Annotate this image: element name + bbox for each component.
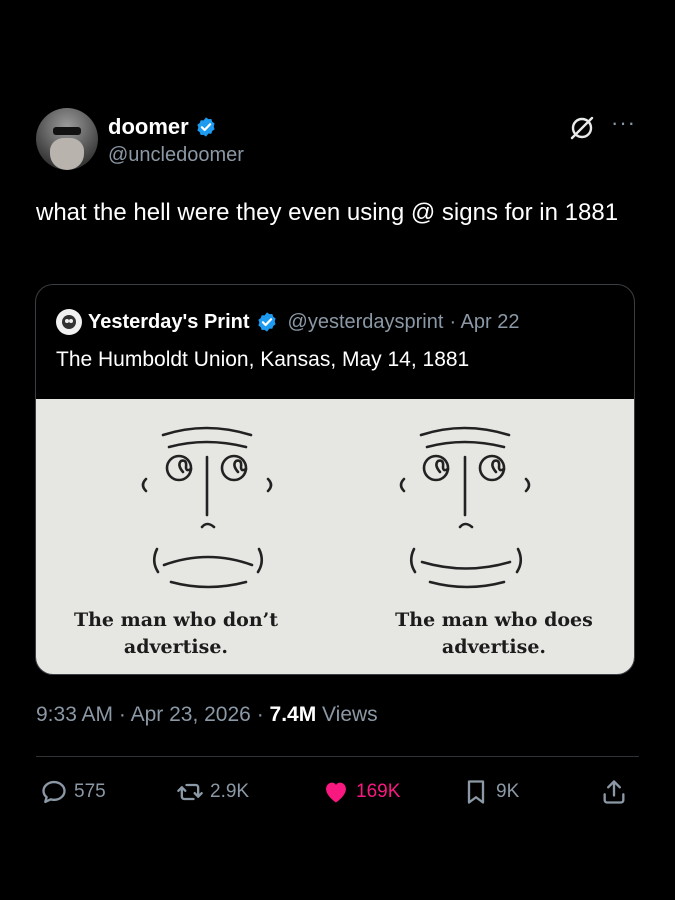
quoted-avatar[interactable] xyxy=(56,309,82,335)
quoted-handle[interactable]: @yesterdaysprint xyxy=(288,311,444,334)
bookmark-icon xyxy=(467,780,485,804)
caption-left-line-2: advertise. xyxy=(123,636,229,658)
display-name[interactable]: doomer xyxy=(108,114,189,140)
quoted-text: The Humboldt Union, Kansas, May 14, 1881 xyxy=(56,348,470,371)
verified-badge-icon xyxy=(197,117,215,137)
repost-icon xyxy=(177,783,203,801)
user-info: doomer @uncledoomer xyxy=(108,114,244,167)
quoted-avatar-icon xyxy=(62,315,76,329)
quoted-display-name[interactable]: Yesterday's Print xyxy=(88,311,250,334)
quoted-post-header: Yesterday's Print @yesterdaysprint · Apr… xyxy=(56,309,519,335)
post-header: doomer @uncledoomer ··· xyxy=(36,108,640,172)
meta-separator: · xyxy=(118,703,131,726)
reply-button[interactable]: 575 xyxy=(40,778,106,806)
like-count: 169K xyxy=(356,781,401,802)
caption-left-line-1: The man who don’t xyxy=(73,609,279,631)
caption-right-line-2: advertise. xyxy=(441,636,547,658)
reply-icon xyxy=(42,780,66,804)
repost-button[interactable]: 2.9K xyxy=(176,778,249,806)
more-options-icon[interactable]: ··· xyxy=(611,110,636,136)
share-icon xyxy=(603,780,625,804)
quoted-date[interactable]: · Apr 22 xyxy=(449,311,519,334)
views-label: Views xyxy=(322,703,378,726)
reply-count: 575 xyxy=(74,781,106,802)
caption-right: The man who does advertise. xyxy=(364,607,624,661)
post-time[interactable]: 9:33 AM xyxy=(36,703,113,726)
share-button[interactable] xyxy=(600,778,628,806)
views-count: 7.4M xyxy=(269,703,317,726)
quoted-post[interactable]: Yesterday's Print @yesterdaysprint · Apr… xyxy=(35,284,635,675)
post-date[interactable]: Apr 23, 2026 xyxy=(131,703,251,726)
grok-icon[interactable] xyxy=(568,114,596,142)
heart-icon xyxy=(326,782,346,803)
verified-badge-icon xyxy=(257,312,276,332)
divider xyxy=(36,756,639,757)
bookmark-count: 9K xyxy=(496,781,520,802)
avatar[interactable] xyxy=(36,108,98,170)
caption-left: The man who don’t advertise. xyxy=(46,607,306,661)
like-button[interactable]: 169K xyxy=(322,778,400,806)
bookmark-button[interactable]: 9K xyxy=(462,778,519,806)
repost-count: 2.9K xyxy=(210,781,250,802)
meta-separator: · xyxy=(256,703,270,726)
quoted-image[interactable]: The man who don’t advertise. The man who… xyxy=(36,399,634,674)
post-text: what the hell were they even using @ sig… xyxy=(36,199,619,226)
caption-right-line-1: The man who does xyxy=(395,609,593,631)
user-handle[interactable]: @uncledoomer xyxy=(108,144,244,167)
avatar-sunglasses xyxy=(53,127,81,135)
action-bar: 575 2.9K 169K 9K xyxy=(36,778,639,814)
avatar-beard xyxy=(50,138,84,170)
post-meta: 9:33 AM · Apr 23, 2026 · 7.4M Views xyxy=(36,703,378,727)
